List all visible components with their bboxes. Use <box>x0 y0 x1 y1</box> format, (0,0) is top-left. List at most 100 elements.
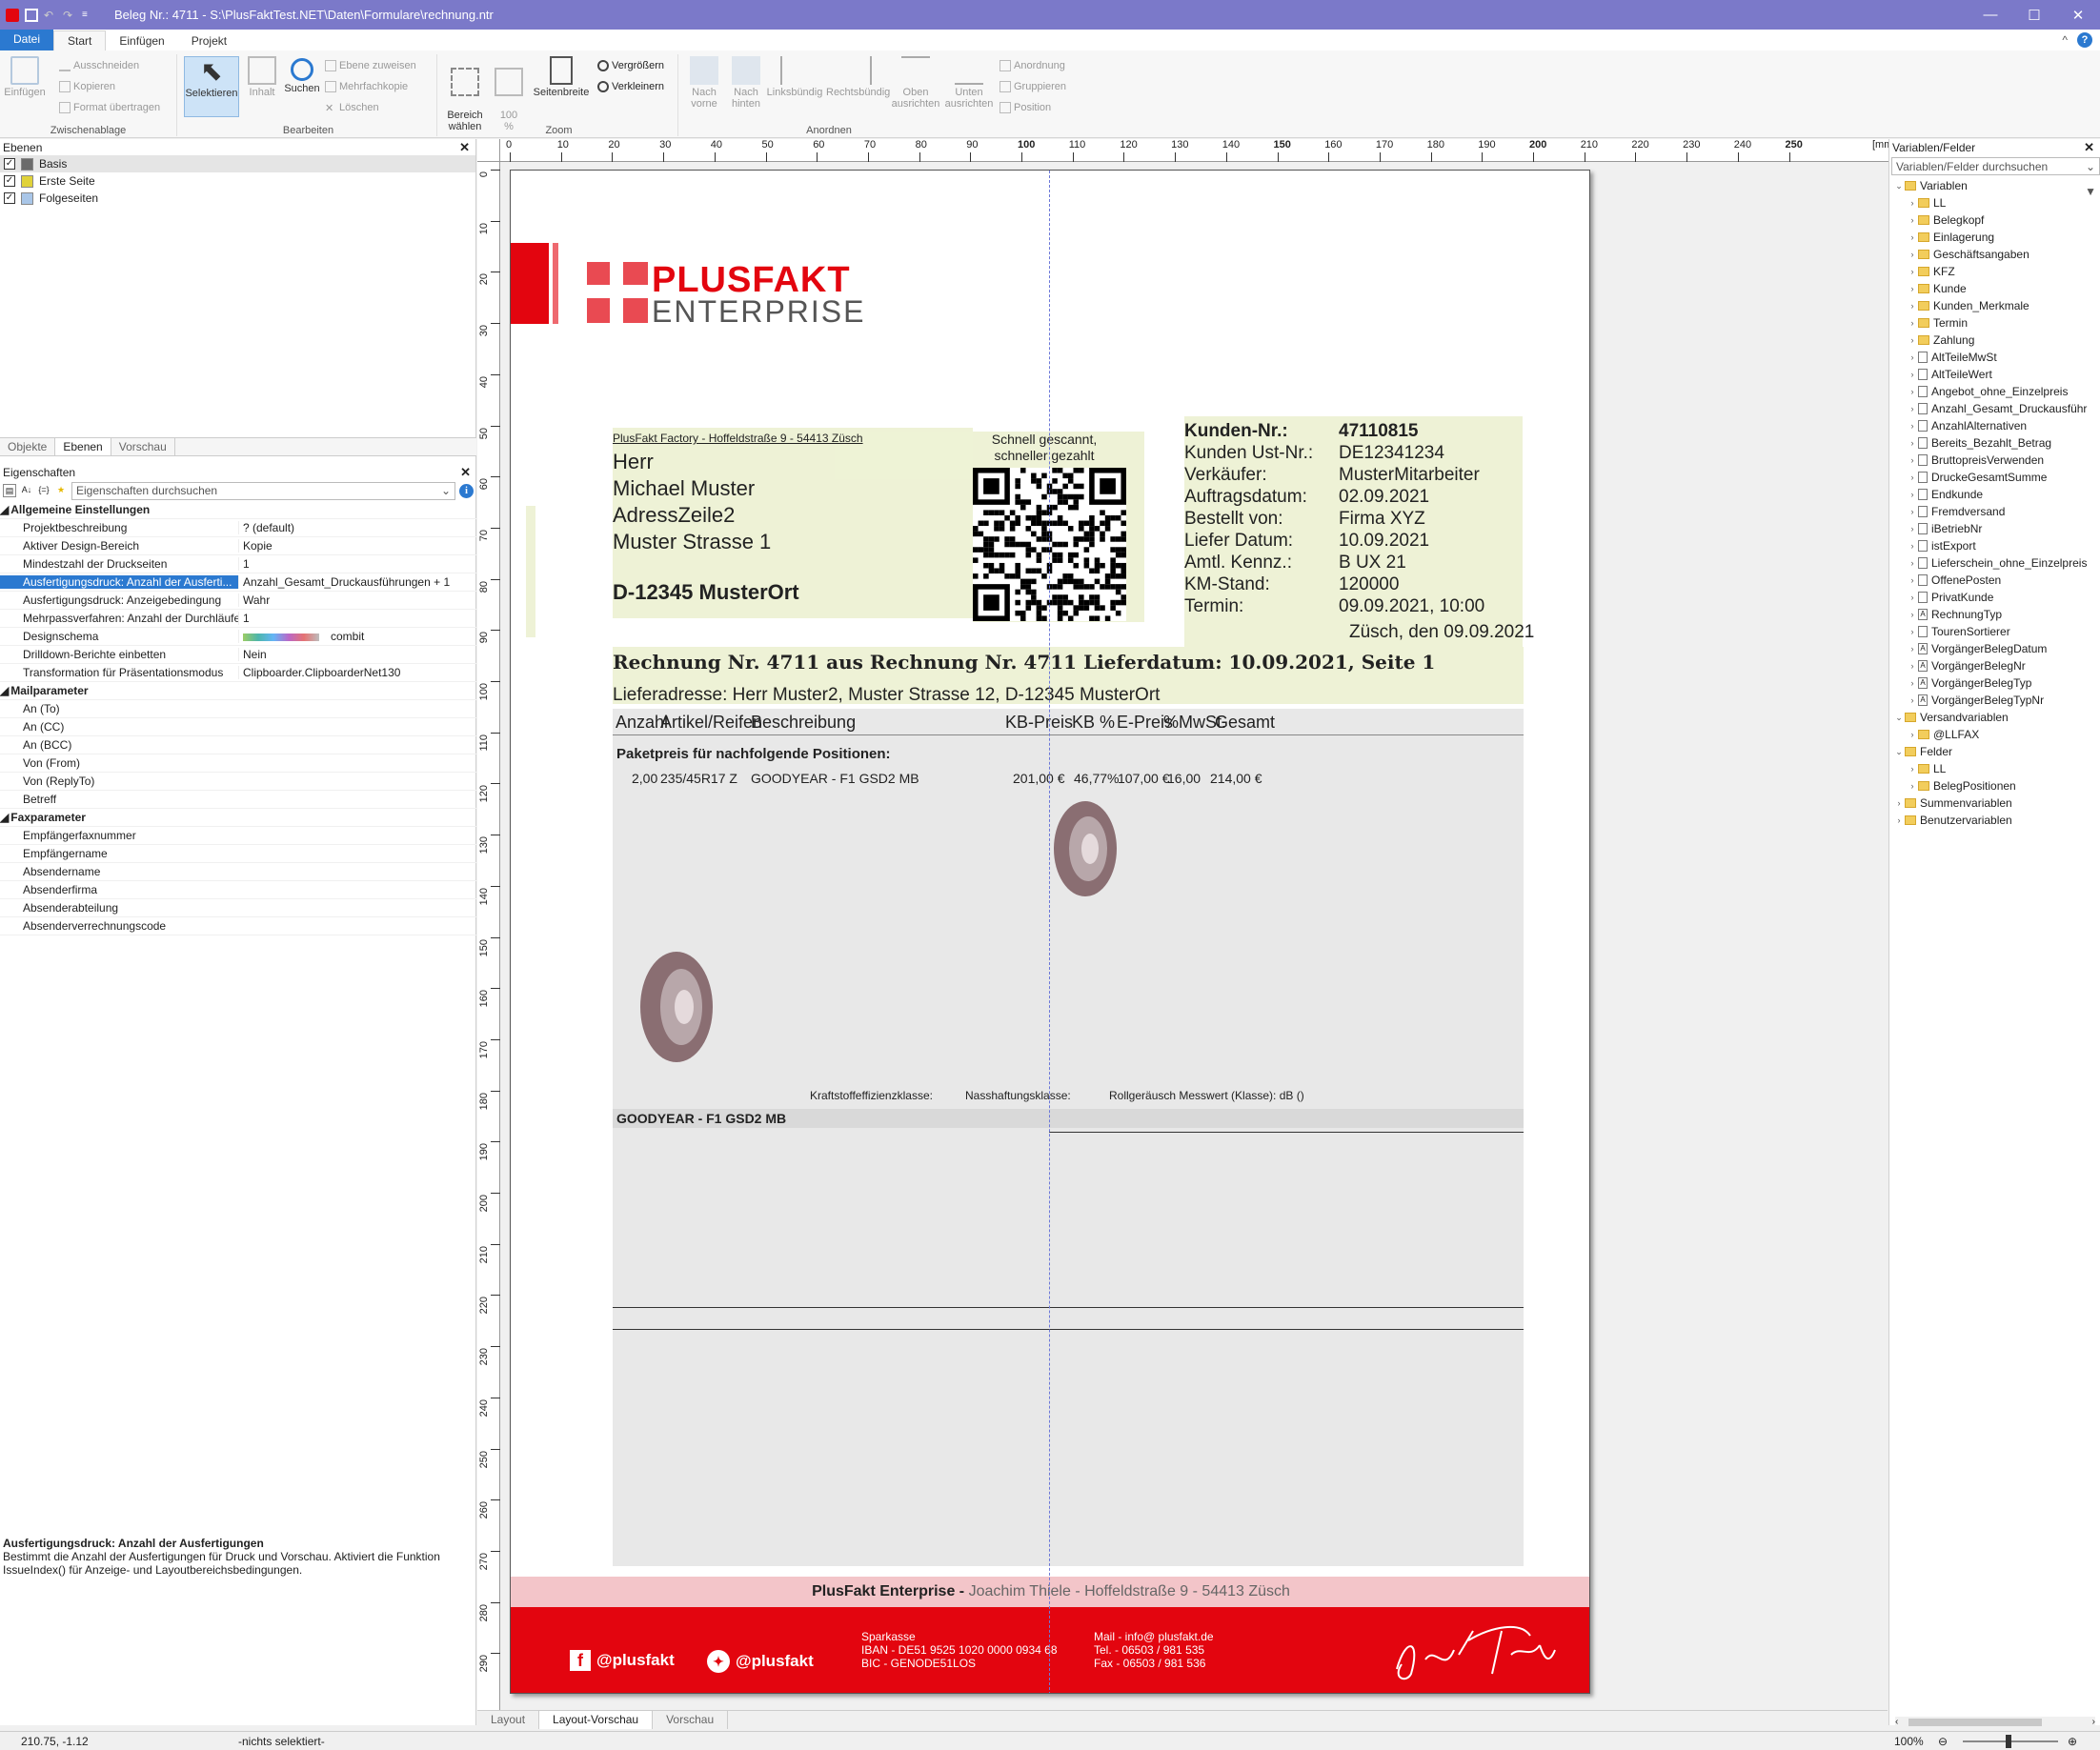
property-section[interactable]: ◢ Faxparameter <box>0 809 476 827</box>
align-bottom-button[interactable]: Unten ausrichten <box>944 56 994 110</box>
property-value[interactable]: Kopie <box>238 539 476 553</box>
property-row[interactable]: Empfängerfaxnummer <box>0 827 476 845</box>
info-icon[interactable]: i <box>459 483 474 498</box>
collapsed-icon[interactable]: › <box>1907 473 1918 482</box>
close-button[interactable]: ✕ <box>2056 0 2100 30</box>
multiple-copy-button[interactable]: Mehrfachkopie <box>325 81 408 92</box>
collapsed-icon[interactable]: › <box>1907 678 1918 688</box>
layer-checkbox[interactable]: ✓ <box>4 158 15 170</box>
tab-start[interactable]: Start <box>53 30 107 50</box>
collapsed-icon[interactable]: › <box>1907 318 1918 328</box>
group-button[interactable]: Gruppieren <box>1000 81 1066 92</box>
collapsed-icon[interactable]: › <box>1907 661 1918 671</box>
bring-front-button[interactable]: Nach vorne <box>683 56 725 110</box>
customize-icon[interactable]: ≡ <box>82 9 95 22</box>
collapsed-icon[interactable]: › <box>1907 198 1918 208</box>
tree-item[interactable]: ⌄ Versandvariablen <box>1889 709 2100 726</box>
tree-item[interactable]: › KFZ <box>1889 263 2100 280</box>
tree-item[interactable]: › Kunden_Merkmale <box>1889 297 2100 314</box>
tree-item[interactable]: › LL <box>1889 760 2100 777</box>
variables-search-input[interactable]: Variablen/Felder durchsuchen ⌄ <box>1891 157 2100 175</box>
tree-item[interactable]: › Summenvariablen <box>1889 795 2100 812</box>
content-button[interactable]: Inhalt <box>241 56 283 98</box>
property-row[interactable]: Designschema combit <box>0 628 476 646</box>
property-row[interactable]: Von (From) <box>0 754 476 773</box>
collapsed-icon[interactable]: › <box>1907 490 1918 499</box>
property-value[interactable]: 1 <box>238 557 476 571</box>
zoom-area-button[interactable]: Bereich wählen <box>444 56 486 132</box>
collapsed-icon[interactable]: › <box>1907 404 1918 413</box>
tree-item[interactable]: › A RechnungTyp <box>1889 606 2100 623</box>
tree-item[interactable]: › iBetriebNr <box>1889 520 2100 537</box>
tree-item[interactable]: › Zahlung <box>1889 332 2100 349</box>
format-painter-button[interactable]: Format übertragen <box>59 102 160 113</box>
expanded-icon[interactable]: ⌄ <box>1893 181 1905 191</box>
tree-item[interactable]: › OffenePosten <box>1889 572 2100 589</box>
collapsed-icon[interactable]: › <box>1907 387 1918 396</box>
tree-item[interactable]: › AltTeileMwSt <box>1889 349 2100 366</box>
collapsed-icon[interactable]: › <box>1907 215 1918 225</box>
collapsed-icon[interactable]: › <box>1907 335 1918 345</box>
scroll-right-icon[interactable]: › <box>2092 1717 2095 1727</box>
collapsed-icon[interactable]: › <box>1907 610 1918 619</box>
property-row[interactable]: Absenderabteilung <box>0 899 476 917</box>
tree-item[interactable]: › @LLFAX <box>1889 726 2100 743</box>
collapsed-icon[interactable]: › <box>1907 695 1918 705</box>
layer-row[interactable]: ✓ Erste Seite <box>0 172 475 190</box>
layer-checkbox[interactable]: ✓ <box>4 175 15 187</box>
collapsed-icon[interactable]: › <box>1907 730 1918 739</box>
app-icon[interactable] <box>6 8 19 22</box>
minimize-button[interactable]: — <box>1969 0 2012 30</box>
property-row[interactable]: Ausfertigungsdruck: Anzeigebedingung Wahr <box>0 592 476 610</box>
tree-item[interactable]: › AltTeileWert <box>1889 366 2100 383</box>
collapsed-icon[interactable]: › <box>1907 267 1918 276</box>
property-row[interactable]: Mehrpassverfahren: Anzahl der Durchläufe… <box>0 610 476 628</box>
property-row[interactable]: Mindestzahl der Druckseiten 1 <box>0 555 476 573</box>
tab-layout-vorschau[interactable]: Layout-Vorschau <box>539 1711 654 1729</box>
scroll-left-icon[interactable]: ‹ <box>1895 1717 1898 1727</box>
property-row[interactable]: Ausfertigungsdruck: Anzahl der Ausferti.… <box>0 573 476 592</box>
property-row[interactable]: An (BCC) <box>0 736 476 754</box>
cut-button[interactable]: Ausschneiden <box>59 60 139 71</box>
property-value[interactable]: Anzahl_Gesamt_Druckausführungen + 1 <box>238 575 476 589</box>
sort-az-icon[interactable]: A↓ <box>20 484 33 497</box>
tab-ebenen[interactable]: Ebenen <box>55 438 111 455</box>
tree-item[interactable]: › A VorgängerBelegDatum <box>1889 640 2100 657</box>
tree-item[interactable]: › istExport <box>1889 537 2100 554</box>
align-left-button[interactable]: Linksbündig <box>765 56 824 98</box>
tree-item[interactable]: › Lieferschein_ohne_Einzelpreis <box>1889 554 2100 572</box>
tree-item[interactable]: › A VorgängerBelegTyp <box>1889 674 2100 692</box>
layer-checkbox[interactable]: ✓ <box>4 192 15 204</box>
zoom-out-icon[interactable]: ⊖ <box>1938 1735 1948 1748</box>
collapsed-icon[interactable]: › <box>1907 644 1918 654</box>
tab-einfuegen[interactable]: Einfügen <box>106 31 177 50</box>
page-width-button[interactable]: Seitenbreite <box>528 56 595 98</box>
tab-datei[interactable]: Datei <box>0 30 54 50</box>
tree-item[interactable]: › A VorgängerBelegTypNr <box>1889 692 2100 709</box>
collapsed-icon[interactable]: › <box>1907 593 1918 602</box>
collapsed-icon[interactable]: › <box>1907 455 1918 465</box>
property-value[interactable]: 1 <box>238 612 476 625</box>
horizontal-scrollbar[interactable]: ‹ › <box>1895 1717 2095 1728</box>
tab-projekt[interactable]: Projekt <box>178 31 240 50</box>
collapsed-icon[interactable]: › <box>1907 438 1918 448</box>
property-row[interactable]: Transformation für Präsentationsmodus Cli… <box>0 664 476 682</box>
close-layers-icon[interactable]: ✕ <box>459 140 470 155</box>
maximize-button[interactable]: ☐ <box>2012 0 2056 30</box>
order-button[interactable]: Anordnung <box>1000 60 1065 71</box>
tree-item[interactable]: › Benutzervariablen <box>1889 812 2100 829</box>
tree-item[interactable]: › Einlagerung <box>1889 229 2100 246</box>
layer-row[interactable]: ✓ Folgeseiten <box>0 190 475 207</box>
assign-layer-button[interactable]: Ebene zuweisen <box>325 60 416 71</box>
report-page[interactable]: PLUSFAKT ENTERPRISE PlusFakt Factory - H… <box>510 170 1590 1694</box>
tree-item[interactable]: › DruckeGesamtSumme <box>1889 469 2100 486</box>
zoom-in-icon[interactable]: ⊕ <box>2068 1735 2077 1748</box>
tree-item[interactable]: › Angebot_ohne_Einzelpreis <box>1889 383 2100 400</box>
undo-icon[interactable]: ↶ <box>44 9 57 22</box>
collapsed-icon[interactable]: › <box>1907 352 1918 362</box>
tree-item[interactable]: › PrivatKunde <box>1889 589 2100 606</box>
section-collapse-icon[interactable]: ◢ <box>0 684 9 697</box>
tab-layout[interactable]: Layout <box>477 1711 540 1729</box>
zoom-out-button[interactable]: Verkleinern <box>597 81 664 92</box>
property-value[interactable]: ? (default) <box>238 521 476 534</box>
